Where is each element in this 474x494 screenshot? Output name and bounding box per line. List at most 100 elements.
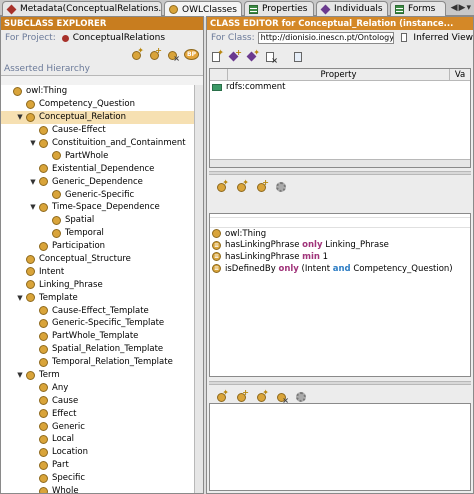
column-value[interactable]: Va [450,69,470,80]
tree-node[interactable]: ▼ Term [1,369,203,382]
split-divider-2[interactable] [209,381,471,385]
conditions-list: owl:Thing ≡ hasLinkingPhrase only Linking_… [209,213,471,377]
add-all-siblings-icon[interactable]: ✦ [255,388,269,403]
annotations-hscrollbar[interactable] [210,159,470,167]
tree-node[interactable]: Cause-Effect_Template [1,304,203,317]
properties-view-icon[interactable] [293,51,304,62]
tree-node[interactable]: Cause [1,394,203,407]
tree-node[interactable]: Generic [1,420,203,433]
condition-row[interactable]: ≡ hasLinkingPhrase min 1 [210,251,470,263]
create-expression-icon[interactable]: + [255,178,269,193]
class-icon [52,215,61,225]
tree-node[interactable]: Generic-Specific [1,188,203,201]
class-icon [39,138,48,148]
class-icon [52,228,61,238]
toggle-spacer [42,216,50,224]
tree-node[interactable]: Temporal_Relation_Template [1,356,203,369]
class-icon [39,125,48,135]
toggle-spacer [29,423,37,431]
condition-row[interactable]: ≡ hasLinkingPhrase only Linking_Phrase [210,240,470,252]
tree-node[interactable]: ▼ Template [1,291,203,304]
add-disjoint-class-icon[interactable]: + [235,388,249,403]
condition-text: isDefinedBy [225,263,279,274]
tree-node[interactable]: Linking_Phrase [1,278,203,291]
class-icon [39,422,48,432]
tree-node[interactable]: PartWhole [1,149,203,162]
expand-toggle-icon[interactable]: ▼ [16,113,24,121]
tree-node[interactable]: Temporal [1,227,203,240]
condition-row[interactable]: owl:Thing [210,228,470,240]
remove-disjoint-icon[interactable]: × [275,390,289,405]
tree-node[interactable]: Specific [1,472,203,485]
tree-node[interactable]: Participation [1,240,203,253]
expand-toggle-icon[interactable]: ▼ [29,203,37,211]
tree-node[interactable]: Location [1,446,203,459]
conditions-rows: owl:Thing ≡ hasLinkingPhrase only Linking_… [210,228,470,274]
tree-node[interactable]: owl:Thing [1,85,203,98]
class-uri-field[interactable]: http://dionisio.inescn.pt/Ontology/Cor [257,31,394,44]
table-row[interactable]: rdfs:comment [210,81,470,93]
tree-node[interactable]: ▼ Constituition_and_Containment [1,137,203,150]
toggle-spacer [29,319,37,327]
expand-toggle-icon[interactable]: ▼ [16,294,24,302]
add-restriction-icon[interactable]: ✦ [235,178,249,193]
tree-node[interactable]: Intent [1,265,203,278]
tree-node[interactable]: Whole [1,485,203,493]
class-icon [13,86,22,96]
tab-individuals[interactable]: Individuals [316,1,388,16]
condition-text: (Intent [298,263,333,274]
expand-toggle-icon[interactable]: ▼ [29,139,37,147]
tab-metadata[interactable]: Metadata(ConceptualRelations.owl) [2,1,162,16]
column-property[interactable]: Property [228,69,451,80]
tree-node[interactable]: Effect [1,407,203,420]
options-gear-icon[interactable] [275,180,288,193]
tree-node[interactable]: Conceptual_Structure [1,253,203,266]
annotation-toolbar: ✦ + ✦ × [207,47,473,65]
delete-annotation-icon[interactable]: × [265,51,278,65]
tab-properties[interactable]: Properties [244,1,314,16]
tree-node[interactable]: Part [1,459,203,472]
tab-label: Properties [262,4,308,14]
tree-node[interactable]: Local [1,433,203,446]
tree-node[interactable]: Cause-Effect [1,124,203,137]
tree-node-label: Template [39,292,78,303]
tree-node[interactable]: ▼ Time-Space_Dependence [1,201,203,214]
expand-toggle-icon[interactable]: ▼ [16,371,24,379]
toggle-spacer [29,165,37,173]
tree-node[interactable]: Competency_Question [1,98,203,111]
disjoint-options-gear-icon[interactable] [295,390,308,403]
create-sibling-icon[interactable]: + [148,46,162,61]
tab-scroll-controls[interactable]: ◀▶▾ [451,3,472,13]
expand-toggle-icon[interactable]: ▼ [29,178,37,186]
tree-scrollbar[interactable] [194,85,203,493]
annotation-property-icon [212,83,222,91]
tree-node[interactable]: ▼ Generic_Dependence [1,175,203,188]
class-icon [39,486,48,493]
asserted-hierarchy-label: Asserted Hierarchy [1,62,203,76]
split-divider[interactable] [209,171,471,175]
tab-forms[interactable]: Forms [390,1,446,16]
bp-icon[interactable]: BP [184,48,199,60]
delete-class-icon[interactable]: × [166,48,180,63]
project-row: For Project: ConceptualRelations [1,30,203,46]
inferred-view-checkbox[interactable] [400,33,408,42]
toggle-spacer [16,281,24,289]
tree-node-label: Spatial [65,215,95,226]
tab-owlclasses[interactable]: OWLClasses [164,1,242,17]
tree-node[interactable]: ▼ Conceptual_Relation [1,110,203,124]
add-disjoint-icon[interactable]: ✦ [215,388,229,403]
tree-node[interactable]: Existential_Dependence [1,162,203,175]
tree-node[interactable]: Spatial_Relation_Template [1,343,203,356]
add-property-icon[interactable]: + [228,48,242,62]
add-named-class-icon[interactable]: ✦ [215,178,229,193]
tree-node[interactable]: Any [1,381,203,394]
tree-node[interactable]: PartWhole_Template [1,330,203,343]
add-annotation-icon[interactable]: ✦ [211,48,224,62]
tree-node[interactable]: Generic-Specific_Template [1,317,203,330]
condition-row[interactable]: ≡ isDefinedBy only (Intent and Competency… [210,263,470,275]
create-subclass-icon[interactable]: ✦ [130,46,144,61]
tree-node[interactable]: Spatial [1,214,203,227]
add-value-icon[interactable]: ✦ [246,48,260,62]
properties-bars-icon [249,4,258,14]
table-spacer [210,69,228,80]
